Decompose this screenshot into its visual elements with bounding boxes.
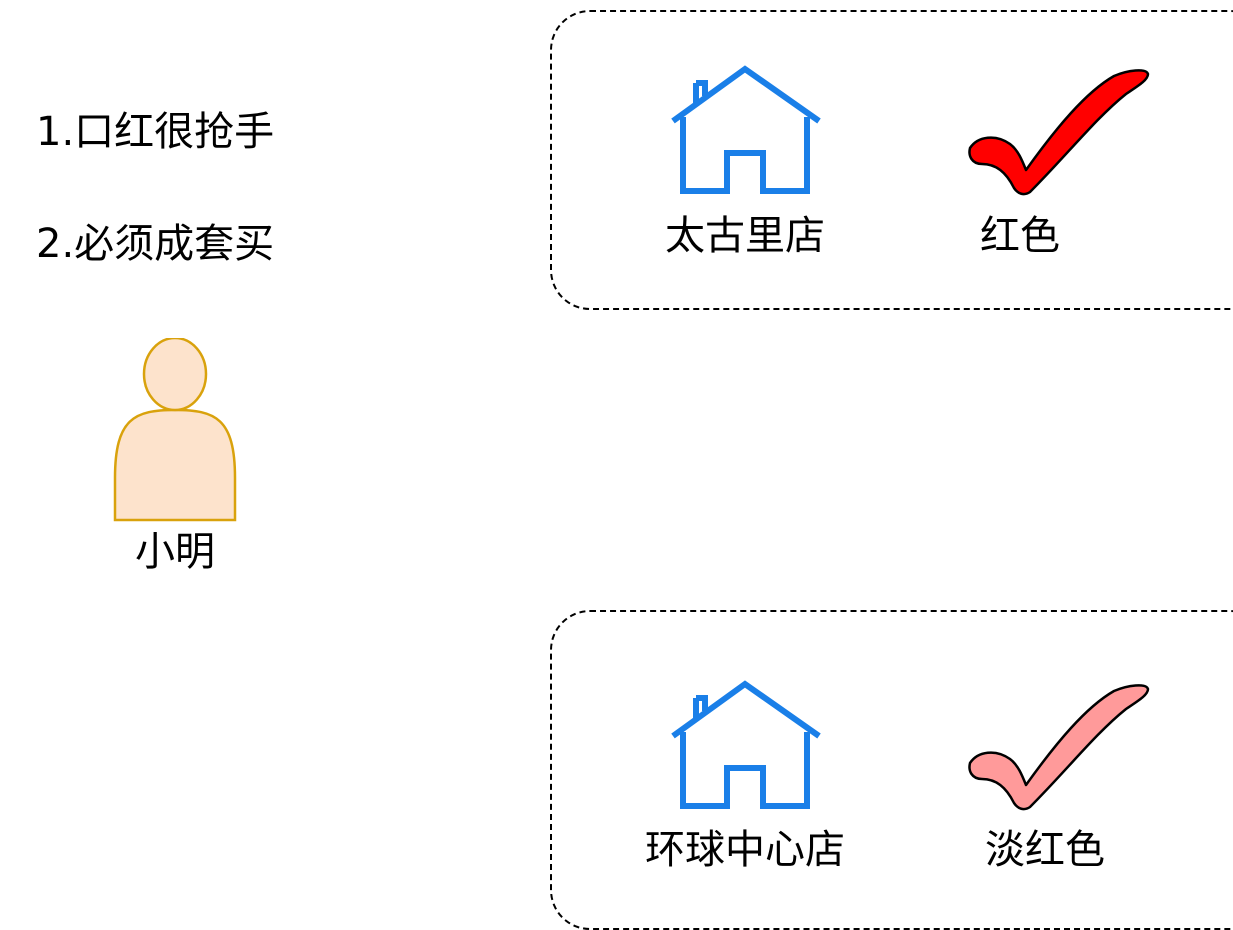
checkmark-icon <box>968 684 1150 811</box>
color-label: 红色 <box>980 213 1060 259</box>
person-icon <box>113 338 237 522</box>
note-lipstick-popular: 1.口红很抢手 <box>36 109 275 155</box>
house-icon <box>671 680 821 809</box>
note-buy-as-set: 2.必须成套买 <box>36 221 275 267</box>
person-name: 小明 <box>135 529 215 575</box>
checkmark-icon <box>968 69 1150 196</box>
house-icon <box>671 65 821 194</box>
store-name-label: 太古里店 <box>665 213 825 259</box>
store-name-label: 环球中心店 <box>645 827 845 873</box>
color-label: 淡红色 <box>985 827 1105 873</box>
